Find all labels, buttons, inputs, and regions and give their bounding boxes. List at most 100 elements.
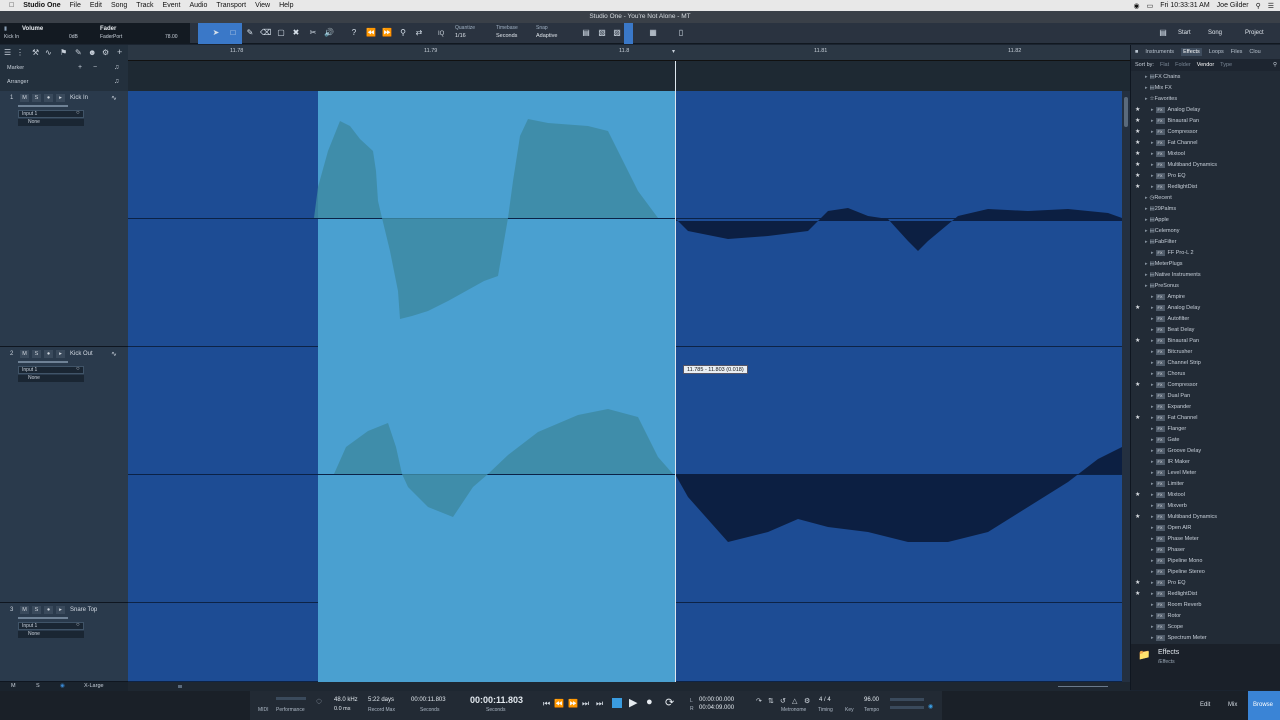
expand-caret-icon[interactable]: ▸ [1145, 96, 1148, 102]
expand-caret-icon[interactable]: ▸ [1145, 74, 1148, 80]
horizontal-scroll-thumb[interactable] [178, 685, 182, 688]
expand-caret-icon[interactable]: ▸ [1151, 448, 1154, 454]
time-signature[interactable]: 4 / 4 [819, 697, 831, 703]
browser-item[interactable]: ▸ FX Spectrum Meter [1131, 632, 1280, 643]
expand-caret-icon[interactable]: ▸ [1151, 316, 1154, 322]
track-name[interactable]: Snare Top [70, 607, 97, 613]
browser-item[interactable]: ★ ▸ FX Fat Channel [1131, 137, 1280, 148]
monitor-icon[interactable]: ▸ [56, 350, 65, 358]
browser-item[interactable]: ★ ▸ FX RedlightDist [1131, 181, 1280, 192]
people-icon[interactable]: ☻ [88, 48, 96, 57]
pencil-tool-icon[interactable]: ✎ [245, 28, 255, 38]
play-button[interactable]: ▶ [629, 696, 637, 709]
browser-item[interactable]: ▸ ▤ Apple [1131, 214, 1280, 225]
volume-slider[interactable] [18, 617, 68, 619]
snap-toggle[interactable] [624, 23, 633, 44]
rewind-icon[interactable]: ⏪ [554, 699, 564, 708]
grid-view-icon[interactable]: ▦ [648, 28, 658, 38]
expand-caret-icon[interactable]: ▸ [1151, 558, 1154, 564]
waveform-icon[interactable]: ∿ [111, 350, 117, 358]
output-select[interactable]: None [18, 631, 84, 638]
favorite-star-icon[interactable]: ★ [1135, 381, 1140, 388]
browser-item[interactable]: ▸ FX Level Meter [1131, 467, 1280, 478]
favorite-star-icon[interactable]: ★ [1135, 513, 1140, 520]
eraser-tool-icon[interactable]: ⌫ [260, 28, 271, 38]
browser-item[interactable]: ▸ FX Flanger [1131, 423, 1280, 434]
input-monitor-icon[interactable]: ○ [76, 622, 80, 628]
browser-item[interactable]: ▸ FX FF Pro-L 2 [1131, 247, 1280, 258]
browser-item[interactable]: ▸ FX Ampire [1131, 291, 1280, 302]
autopunch-icon[interactable]: ⇅ [768, 697, 774, 705]
browser-item[interactable]: ▸ ▤ PreSonus [1131, 280, 1280, 291]
footer-mute[interactable]: M [11, 683, 16, 689]
browser-item[interactable]: ▸ ▤ 29Palms [1131, 203, 1280, 214]
menu-track[interactable]: Track [136, 2, 153, 9]
expand-caret-icon[interactable]: ▸ [1151, 492, 1154, 498]
wifi-icon[interactable]: ◉ [1134, 2, 1140, 10]
apple-icon[interactable]:  [9, 2, 14, 9]
input-select[interactable]: Input 1 [18, 622, 84, 630]
menu-file[interactable]: File [70, 2, 81, 9]
volume-slider[interactable] [18, 105, 68, 107]
inspector-icon[interactable]: ⋮ [16, 48, 24, 57]
edit-button[interactable]: Edit [1200, 702, 1210, 708]
mute-button[interactable]: M [20, 606, 29, 614]
track-lane-3[interactable] [128, 603, 1122, 682]
browser-item[interactable]: ▸ FX Autofilter [1131, 313, 1280, 324]
browser-item[interactable]: ★ ▸ FX Mixtool [1131, 148, 1280, 159]
expand-caret-icon[interactable]: ▸ [1151, 547, 1154, 553]
expand-caret-icon[interactable]: ▸ [1151, 250, 1154, 256]
zoom-slider[interactable] [1058, 686, 1108, 687]
help-icon[interactable]: ? [349, 28, 359, 38]
favorite-star-icon[interactable]: ★ [1135, 139, 1140, 146]
favorite-star-icon[interactable]: ★ [1135, 579, 1140, 586]
expand-caret-icon[interactable]: ▸ [1151, 162, 1154, 168]
expand-caret-icon[interactable]: ▸ [1151, 371, 1154, 377]
spotlight-icon[interactable]: ⚲ [1256, 2, 1261, 10]
input-monitor-icon[interactable]: ○ [76, 110, 80, 116]
monitor-icon[interactable]: ▸ [56, 606, 65, 614]
vertical-scroll-thumb[interactable] [1124, 97, 1128, 127]
footer-solo[interactable]: S [36, 683, 40, 689]
range-tool-icon[interactable]: □ [228, 28, 238, 38]
audio-waveform-1[interactable] [128, 91, 1122, 347]
solo-button[interactable]: S [32, 350, 41, 358]
precount-icon[interactable]: ↷ [756, 697, 762, 705]
horizontal-scrollbar[interactable] [128, 682, 1130, 691]
sort-flat[interactable]: Flat [1160, 62, 1169, 68]
expand-caret-icon[interactable]: ▸ [1145, 272, 1148, 278]
metronome-icon[interactable]: △ [792, 697, 797, 705]
expand-caret-icon[interactable]: ▸ [1151, 140, 1154, 146]
expand-caret-icon[interactable]: ▸ [1145, 217, 1148, 223]
favorite-star-icon[interactable]: ★ [1135, 128, 1140, 135]
track-name[interactable]: Kick In [70, 95, 88, 101]
expand-caret-icon[interactable]: ▸ [1151, 118, 1154, 124]
expand-caret-icon[interactable]: ▸ [1145, 283, 1148, 289]
record-arm-icon[interactable]: ● [44, 94, 53, 102]
menu-view[interactable]: View [255, 2, 270, 9]
browser-item[interactable]: ▸ ▤ FX Chains [1131, 71, 1280, 82]
browser-item[interactable]: ★ ▸ FX Pro EQ [1131, 170, 1280, 181]
add-track-icon[interactable]: + [117, 47, 122, 57]
expand-caret-icon[interactable]: ▸ [1151, 173, 1154, 179]
waveform-icon[interactable]: ∿ [111, 94, 117, 102]
track-header-2[interactable]: 2 M S ● ▸ Kick Out ∿ Input 1 ○ None [0, 347, 128, 603]
favorite-star-icon[interactable]: ★ [1135, 590, 1140, 597]
snap-grid-icon[interactable]: ▤ [581, 28, 591, 38]
expand-caret-icon[interactable]: ▸ [1151, 415, 1154, 421]
vertical-scrollbar[interactable] [1122, 91, 1130, 682]
timebase-select[interactable]: Seconds [496, 33, 517, 39]
expand-caret-icon[interactable]: ▸ [1151, 151, 1154, 157]
tab-cloud[interactable]: Clou [1249, 49, 1260, 55]
expand-caret-icon[interactable]: ▸ [1151, 437, 1154, 443]
browse-button[interactable]: Browse [1253, 702, 1273, 708]
volume-slider[interactable] [18, 361, 68, 363]
go-to-end-2-icon[interactable]: ⏭ [596, 699, 603, 709]
iq-button[interactable]: IQ [438, 31, 444, 37]
page-icon[interactable]: ▯ [676, 28, 686, 38]
expand-caret-icon[interactable]: ▸ [1151, 624, 1154, 630]
nudge-left-icon[interactable]: ⏪ [366, 28, 376, 38]
expand-caret-icon[interactable]: ▸ [1151, 525, 1154, 531]
playhead-marker-icon[interactable]: ▾ [672, 48, 675, 55]
expand-caret-icon[interactable]: ▸ [1145, 206, 1148, 212]
